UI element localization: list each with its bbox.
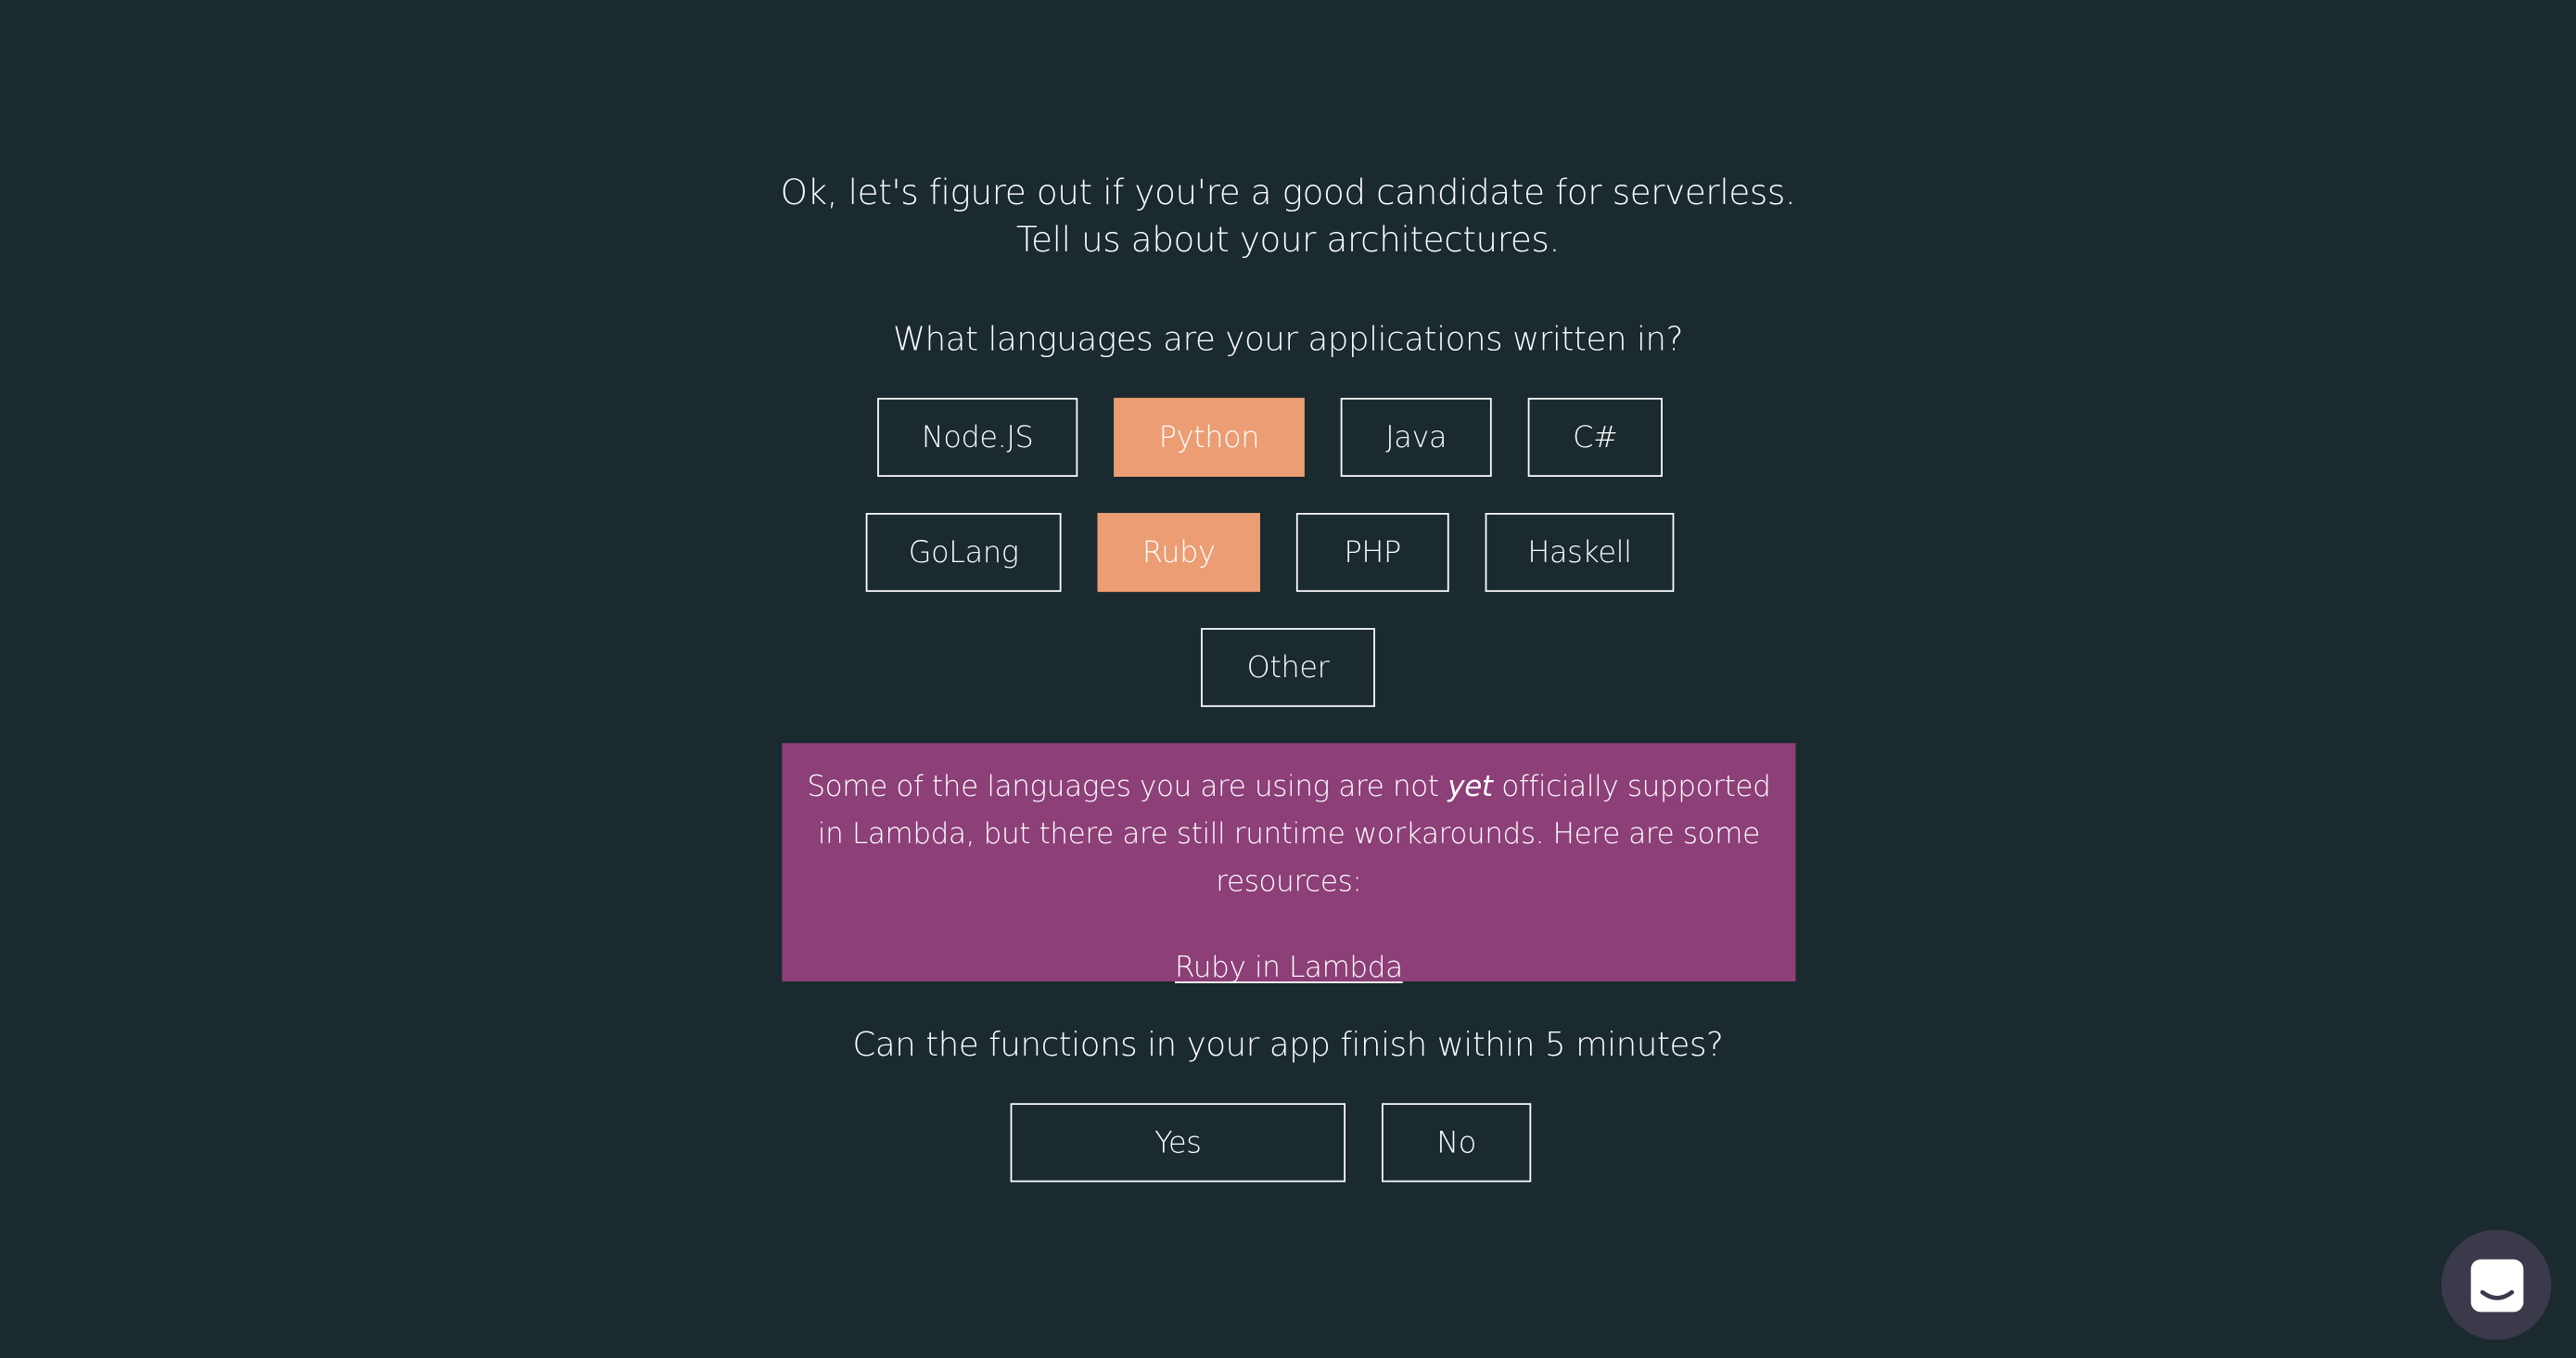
page: Ok, let's figure out if you're a good ca… <box>0 0 2576 1358</box>
language-option-python[interactable]: Python <box>1114 397 1305 477</box>
language-option-csharp[interactable]: C# <box>1527 397 1663 477</box>
notice-message: Some of the languages you are using are … <box>802 764 1777 907</box>
language-option-java[interactable]: Java <box>1340 397 1492 477</box>
unsupported-languages-notice: Some of the languages you are using are … <box>782 743 1796 985</box>
language-option-ruby[interactable]: Ruby <box>1097 512 1260 593</box>
chat-bubble-icon <box>2469 1258 2523 1312</box>
language-option-nodejs[interactable]: Node.JS <box>877 397 1078 477</box>
language-option-other[interactable]: Other <box>1201 628 1375 708</box>
language-option-golang[interactable]: GoLang <box>865 512 1062 593</box>
intro-heading: Ok, let's figure out if you're a good ca… <box>0 170 2576 265</box>
intro-line-2: Tell us about your architectures. <box>1016 220 1560 261</box>
chat-launcher-button[interactable] <box>2441 1229 2552 1340</box>
notice-text-emphasis: yet <box>1447 771 1493 804</box>
language-option-php[interactable]: PHP <box>1295 512 1449 593</box>
timeout-question: Can the functions in your app finish wit… <box>852 1024 1724 1064</box>
intro-line-1: Ok, let's figure out if you're a good ca… <box>780 173 1796 212</box>
language-option-haskell[interactable]: Haskell <box>1485 512 1675 593</box>
languages-question: What languages are your applications wri… <box>892 318 1684 359</box>
ruby-in-lambda-link[interactable]: Ruby in Lambda <box>1175 945 1403 993</box>
yes-button[interactable]: Yes <box>1010 1103 1346 1183</box>
no-button[interactable]: No <box>1381 1103 1532 1183</box>
notice-text-before: Some of the languages you are using are … <box>807 771 1448 804</box>
